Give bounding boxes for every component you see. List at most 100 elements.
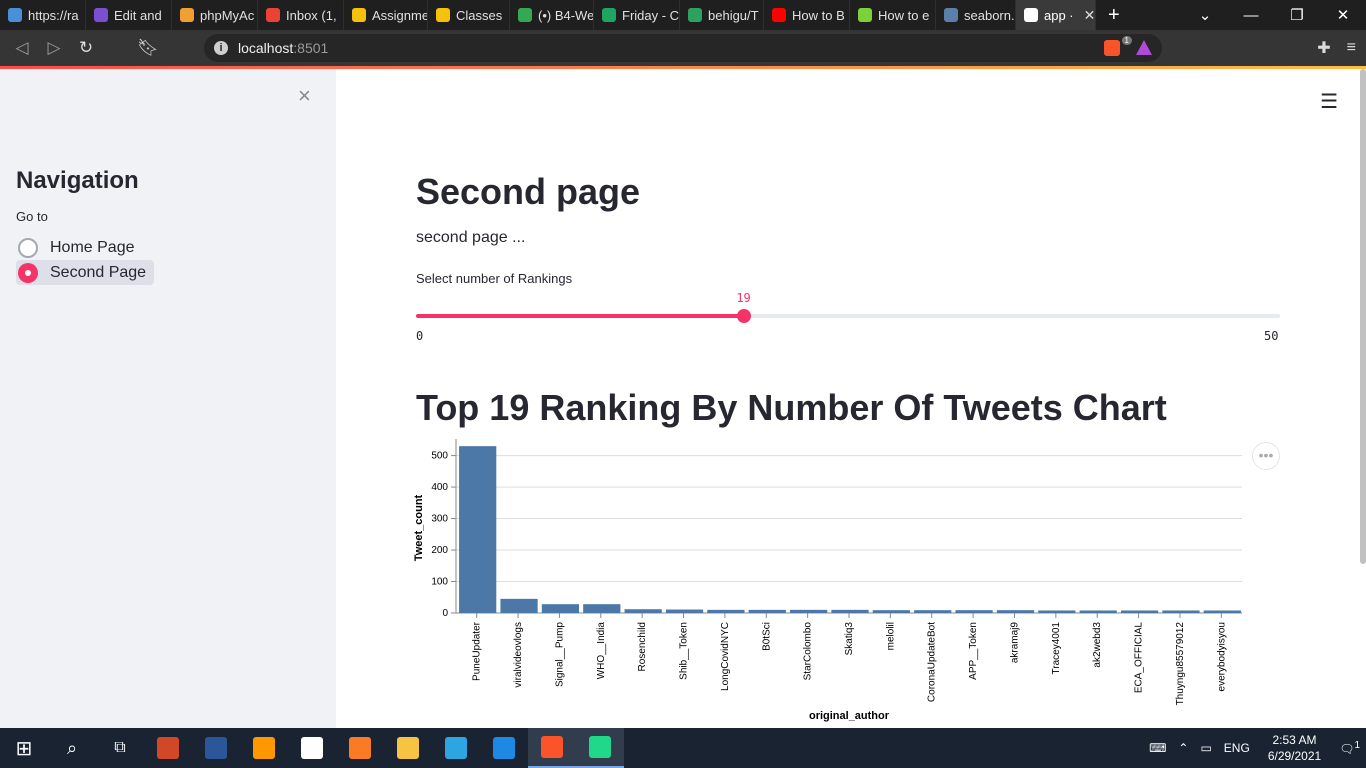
forward-icon[interactable]: ▷: [38, 38, 70, 58]
sidebar-close-icon[interactable]: ×: [298, 83, 311, 109]
x-tick-label: Thuyngu85579012: [1175, 622, 1186, 706]
tab-label: phpMyAc: [200, 7, 255, 23]
main-content: ☰ Second page second page ... Select num…: [336, 69, 1366, 728]
x-axis-title: original_author: [809, 710, 890, 722]
bar: [1162, 610, 1200, 613]
app-glyph: [493, 737, 515, 759]
browser-tab[interactable]: seaborn.: [936, 0, 1016, 30]
browser-tab[interactable]: Edit and: [86, 0, 172, 30]
browser-tab[interactable]: behigu/T: [680, 0, 764, 30]
taskbar-word-icon[interactable]: [192, 728, 240, 768]
browser-tab[interactable]: phpMyAc: [172, 0, 258, 30]
tab-close-icon[interactable]: ✕: [1084, 7, 1095, 24]
tab-favicon-icon: [352, 8, 366, 22]
browser-tab[interactable]: Assignme: [344, 0, 428, 30]
task-view-icon[interactable]: ⧉: [96, 728, 144, 768]
browser-menu-icon[interactable]: ≡: [1347, 39, 1356, 57]
browser-tab[interactable]: Classes: [428, 0, 510, 30]
x-tick-label: ECA_OFFICIAL: [1134, 622, 1145, 694]
taskbar-pycharm-icon[interactable]: [576, 728, 624, 768]
app-menu-icon[interactable]: ☰: [1320, 89, 1338, 114]
tab-favicon-icon: [94, 8, 108, 22]
tab-search-icon[interactable]: ⌄: [1182, 6, 1228, 24]
close-window-icon[interactable]: ✕: [1320, 6, 1366, 24]
address-bar[interactable]: i localhost:8501 1: [204, 34, 1162, 62]
clock[interactable]: 2:53 AM 6/29/2021: [1256, 732, 1333, 764]
bar: [624, 609, 662, 613]
chart-container: 0 100 200 300 400 500 PuneUpdater viralvideovlo…: [414, 437, 1284, 728]
taskbar-xampp-icon[interactable]: [336, 728, 384, 768]
clock-date: 6/29/2021: [1267, 749, 1322, 763]
taskbar-brave-icon[interactable]: [528, 728, 576, 768]
browser-tab[interactable]: (•) B4-We: [510, 0, 594, 30]
x-tick-label: WHO__India: [596, 622, 607, 680]
radio-second-page[interactable]: Second Page: [16, 260, 155, 285]
address-row: ◁ ▷ ↻ 🔖︎ i localhost:8501 1 ✚ ≡: [0, 30, 1366, 66]
restore-icon[interactable]: ❐: [1274, 6, 1320, 24]
brave-shields-icon[interactable]: [1104, 40, 1120, 56]
battery-icon[interactable]: ▭: [1194, 741, 1217, 755]
browser-tab[interactable]: Inbox (1,: [258, 0, 344, 30]
bar: [996, 610, 1035, 613]
radio-label: Second Page: [50, 263, 147, 281]
brave-rewards-icon[interactable]: [1136, 40, 1152, 55]
page-title: Second page: [416, 171, 641, 212]
url-port: :8501: [293, 40, 329, 56]
app-glyph: [589, 736, 611, 758]
bar: [1120, 610, 1159, 613]
taskbar-telegram-icon[interactable]: [432, 728, 480, 768]
tab-favicon-icon: [266, 8, 280, 22]
x-tick-label: Skatiq3: [844, 622, 855, 656]
windows-start-icon[interactable]: ⊞: [0, 728, 48, 768]
taskbar-sublime-icon[interactable]: [240, 728, 288, 768]
rankings-slider[interactable]: [416, 309, 1280, 323]
keyboard-icon[interactable]: ⌨: [1143, 741, 1172, 755]
radio-home-page[interactable]: Home Page: [16, 235, 143, 260]
page-scrollbar[interactable]: [1360, 69, 1366, 564]
bar: [541, 604, 580, 613]
search-icon[interactable]: ⌕: [48, 728, 96, 768]
tab-label: (•) B4-We: [538, 7, 594, 23]
new-tab-button[interactable]: +: [1096, 4, 1132, 27]
notification-count: 1: [1354, 740, 1360, 751]
taskbar-vscode-icon[interactable]: [480, 728, 528, 768]
tray-overflow-icon[interactable]: ⌃: [1172, 741, 1194, 755]
browser-tab[interactable]: Friday - C: [594, 0, 680, 30]
shields-badge: 1: [1121, 36, 1132, 45]
taskbar-powerpoint-icon[interactable]: [144, 728, 192, 768]
tab-label: How to e: [878, 7, 930, 23]
browser-tab[interactable]: app · ✕: [1016, 0, 1096, 30]
tab-favicon-icon: [858, 8, 872, 22]
browser-tab-bar: https://ra Edit and phpMyAc Inbox (1, Assign…: [0, 0, 1366, 30]
chart-heading: Top 19 Ranking By Number Of Tweets Chart: [416, 387, 1167, 428]
browser-tab[interactable]: How to B: [764, 0, 850, 30]
page-text: second page ...: [416, 229, 526, 246]
tab-favicon-icon: [688, 8, 702, 22]
x-tick-label: Rosenchild: [637, 622, 648, 671]
slider-thumb[interactable]: [737, 309, 752, 323]
language-indicator[interactable]: ENG: [1218, 741, 1256, 755]
bar: [1203, 610, 1241, 613]
slider-max: 50: [1264, 329, 1279, 343]
bar: [665, 609, 704, 613]
bookmark-icon[interactable]: 🔖︎: [132, 38, 164, 58]
site-info-icon[interactable]: i: [214, 41, 228, 55]
taskbar-explorer-icon[interactable]: [384, 728, 432, 768]
notification-icon[interactable]: 🗨︎1: [1333, 740, 1366, 756]
reload-icon[interactable]: ↻: [70, 38, 102, 58]
x-tick-label: CoronaUpdateBot: [927, 622, 938, 702]
extensions-icon[interactable]: ✚: [1317, 38, 1330, 58]
browser-tab[interactable]: How to e: [850, 0, 936, 30]
back-icon[interactable]: ◁: [6, 38, 38, 58]
app-glyph: [445, 737, 467, 759]
tab-favicon-icon: [944, 8, 958, 22]
minimize-icon[interactable]: —: [1228, 7, 1274, 24]
bar: [914, 610, 952, 613]
browser-tab[interactable]: https://ra: [0, 0, 86, 30]
tab-favicon-icon: [8, 8, 22, 22]
app-glyph: [205, 737, 227, 759]
tab-label: app ·: [1044, 7, 1074, 23]
taskbar-chrome-like-icon[interactable]: [288, 728, 336, 768]
chart-more-button[interactable]: •••: [1252, 442, 1280, 470]
tab-label: Edit and: [114, 7, 162, 23]
